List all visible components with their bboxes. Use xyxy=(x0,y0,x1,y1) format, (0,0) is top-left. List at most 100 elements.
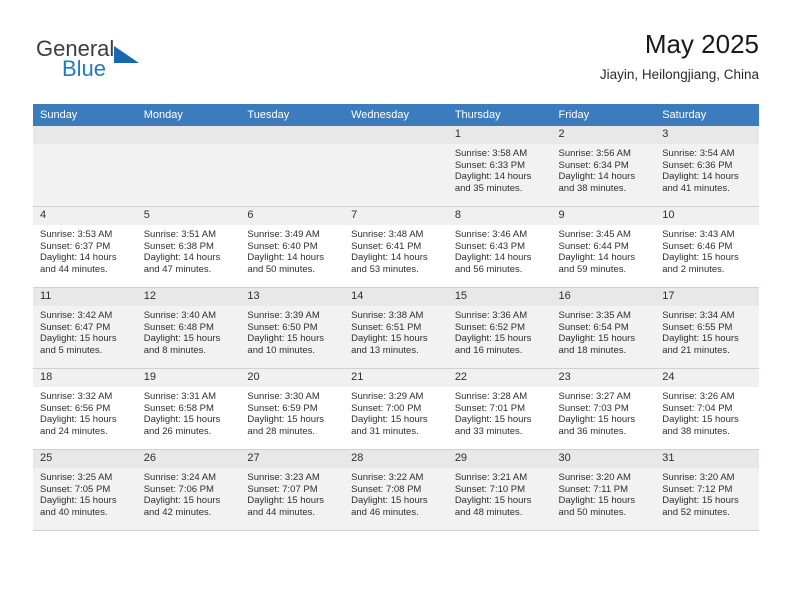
sunrise-text: Sunrise: 3:31 AM xyxy=(143,391,217,402)
calendar-day-cell[interactable]: 5 Sunrise: 3:51 AM Sunset: 6:38 PM Daylight… xyxy=(136,206,241,288)
calendar-day-cell[interactable]: 10 Sunrise: 3:43 AM Sunset: 6:46 PM Dayligh… xyxy=(655,206,759,288)
day-cell-inner: 4 Sunrise: 3:53 AM Sunset: 6:37 PM Daylight… xyxy=(33,207,137,287)
daylight-text: Daylight: 15 hours and 13 minutes. xyxy=(351,333,428,356)
sunset-text: Sunset: 7:04 PM xyxy=(662,402,733,414)
calendar-day-cell[interactable]: 17 Sunrise: 3:34 AM Sunset: 6:55 PM Dayligh… xyxy=(655,287,759,369)
day-number: 5 xyxy=(136,207,241,225)
day-details: Sunrise: 3:42 AM Sunset: 6:47 PM Daylight:… xyxy=(33,306,137,356)
sunset-text: Sunset: 7:03 PM xyxy=(558,402,629,414)
daylight-text: Daylight: 15 hours and 40 minutes. xyxy=(40,495,117,518)
sunrise-text: Sunrise: 3:54 AM xyxy=(662,148,735,159)
daylight-text: Daylight: 15 hours and 33 minutes. xyxy=(454,414,532,437)
day-details: Sunrise: 3:53 AM Sunset: 6:37 PM Daylight:… xyxy=(33,225,137,275)
page-title: May 2025 xyxy=(644,29,759,59)
day-cell-inner: 13 Sunrise: 3:39 AM Sunset: 6:50 PM Dayligh… xyxy=(240,288,345,368)
calendar-day-cell[interactable]: 21 Sunrise: 3:29 AM Sunset: 7:00 PM Dayligh… xyxy=(344,368,448,450)
calendar-day-cell[interactable]: 28 Sunrise: 3:22 AM Sunset: 7:08 PM Dayligh… xyxy=(344,449,448,531)
page-header: General Blue May 2025 Jiayin, Heilongjia… xyxy=(33,28,759,100)
calendar-day-cell[interactable]: 25 Sunrise: 3:25 AM Sunset: 7:05 PM Dayligh… xyxy=(33,449,137,531)
day-cell-inner: 18 Sunrise: 3:32 AM Sunset: 6:56 PM Dayligh… xyxy=(33,369,137,449)
daylight-text: Daylight: 14 hours and 53 minutes. xyxy=(351,252,428,275)
day-number: 15 xyxy=(447,288,552,306)
calendar-day-cell[interactable]: 27 Sunrise: 3:23 AM Sunset: 7:07 PM Dayligh… xyxy=(240,449,345,531)
calendar-day-cell[interactable]: 26 Sunrise: 3:24 AM Sunset: 7:06 PM Dayligh… xyxy=(136,449,241,531)
daylight-text: Daylight: 15 hours and 18 minutes. xyxy=(558,333,636,356)
sunset-text: Sunset: 6:44 PM xyxy=(558,240,629,252)
sunrise-text: Sunrise: 3:51 AM xyxy=(143,229,217,240)
calendar-day-cell[interactable]: 13 Sunrise: 3:39 AM Sunset: 6:50 PM Dayligh… xyxy=(240,287,345,369)
day-details: Sunrise: 3:38 AM Sunset: 6:51 PM Daylight:… xyxy=(344,306,448,356)
sunset-text: Sunset: 6:34 PM xyxy=(558,159,629,171)
day-number: 4 xyxy=(33,207,137,225)
calendar-day-cell[interactable]: 22 Sunrise: 3:28 AM Sunset: 7:01 PM Dayligh… xyxy=(447,368,552,450)
sunrise-text: Sunrise: 3:46 AM xyxy=(454,229,528,240)
brand-logo[interactable]: General Blue xyxy=(33,36,233,92)
calendar-day-cell[interactable]: 14 Sunrise: 3:38 AM Sunset: 6:51 PM Dayligh… xyxy=(344,287,448,369)
sunrise-text: Sunrise: 3:35 AM xyxy=(558,310,631,321)
daylight-text: Daylight: 14 hours and 35 minutes. xyxy=(454,171,532,194)
calendar-week-row: 4 Sunrise: 3:53 AM Sunset: 6:37 PM Daylight… xyxy=(33,206,759,288)
day-details: Sunrise: 3:40 AM Sunset: 6:48 PM Daylight:… xyxy=(137,306,241,356)
day-details: Sunrise: 3:39 AM Sunset: 6:50 PM Daylight:… xyxy=(240,306,344,356)
day-number: 10 xyxy=(655,207,759,225)
day-number: 26 xyxy=(136,450,241,468)
calendar-day-cell[interactable]: 24 Sunrise: 3:26 AM Sunset: 7:04 PM Dayligh… xyxy=(655,368,759,450)
day-number: 31 xyxy=(655,450,759,468)
daylight-text: Daylight: 15 hours and 31 minutes. xyxy=(351,414,428,437)
calendar-day-cell[interactable]: 31 Sunrise: 3:20 AM Sunset: 7:12 PM Dayligh… xyxy=(655,449,759,531)
day-cell-inner: 29 Sunrise: 3:21 AM Sunset: 7:10 PM Dayligh… xyxy=(447,450,552,530)
day-number: 23 xyxy=(551,369,656,387)
sunrise-text: Sunrise: 3:53 AM xyxy=(40,229,113,240)
calendar-day-cell[interactable]: 18 Sunrise: 3:32 AM Sunset: 6:56 PM Dayligh… xyxy=(33,368,137,450)
weekday-header-sunday: Sunday xyxy=(33,104,137,126)
sunset-text: Sunset: 7:10 PM xyxy=(454,483,526,495)
daylight-text: Daylight: 15 hours and 44 minutes. xyxy=(247,495,324,518)
calendar-day-cell[interactable]: 20 Sunrise: 3:30 AM Sunset: 6:59 PM Dayligh… xyxy=(240,368,345,450)
day-number: 2 xyxy=(551,126,656,144)
calendar-day-cell[interactable]: 6 Sunrise: 3:49 AM Sunset: 6:40 PM Daylight… xyxy=(240,206,345,288)
calendar-day-cell[interactable]: 12 Sunrise: 3:40 AM Sunset: 6:48 PM Dayligh… xyxy=(136,287,241,369)
sunrise-text: Sunrise: 3:32 AM xyxy=(40,391,113,402)
day-cell-inner xyxy=(344,126,448,206)
day-number: 28 xyxy=(344,450,448,468)
day-cell-inner: 19 Sunrise: 3:31 AM Sunset: 6:58 PM Dayligh… xyxy=(136,369,241,449)
weekday-header-thursday: Thursday xyxy=(447,104,552,126)
day-cell-inner xyxy=(240,126,345,206)
calendar-day-cell[interactable]: 3 Sunrise: 3:54 AM Sunset: 6:36 PM Daylight… xyxy=(655,126,759,207)
calendar-day-cell[interactable]: 1 Sunrise: 3:58 AM Sunset: 6:33 PM Daylight… xyxy=(447,126,552,207)
calendar-day-cell[interactable]: 23 Sunrise: 3:27 AM Sunset: 7:03 PM Dayligh… xyxy=(551,368,656,450)
day-cell-inner: 21 Sunrise: 3:29 AM Sunset: 7:00 PM Dayligh… xyxy=(344,369,448,449)
sunrise-text: Sunrise: 3:34 AM xyxy=(662,310,735,321)
daylight-text: Daylight: 14 hours and 56 minutes. xyxy=(454,252,532,275)
day-cell-inner: 16 Sunrise: 3:35 AM Sunset: 6:54 PM Dayligh… xyxy=(551,288,656,368)
calendar-day-cell[interactable]: 16 Sunrise: 3:35 AM Sunset: 6:54 PM Dayligh… xyxy=(551,287,656,369)
sunrise-text: Sunrise: 3:21 AM xyxy=(454,472,528,483)
calendar-day-cell[interactable]: 15 Sunrise: 3:36 AM Sunset: 6:52 PM Dayligh… xyxy=(447,287,552,369)
day-details: Sunrise: 3:48 AM Sunset: 6:41 PM Daylight:… xyxy=(344,225,448,275)
day-number: 7 xyxy=(344,207,448,225)
calendar-day-cell[interactable]: 9 Sunrise: 3:45 AM Sunset: 6:44 PM Daylight… xyxy=(551,206,656,288)
calendar-day-cell[interactable]: 29 Sunrise: 3:21 AM Sunset: 7:10 PM Dayligh… xyxy=(447,449,552,531)
calendar-day-cell[interactable]: 19 Sunrise: 3:31 AM Sunset: 6:58 PM Dayligh… xyxy=(136,368,241,450)
title-block: May 2025 Jiayin, Heilongjiang, China xyxy=(600,28,759,83)
day-details: Sunrise: 3:45 AM Sunset: 6:44 PM Daylight:… xyxy=(552,225,656,275)
calendar-day-cell[interactable]: 2 Sunrise: 3:56 AM Sunset: 6:34 PM Daylight… xyxy=(551,126,656,207)
daylight-text: Daylight: 15 hours and 42 minutes. xyxy=(143,495,221,518)
calendar-day-cell[interactable]: 8 Sunrise: 3:46 AM Sunset: 6:43 PM Daylight… xyxy=(447,206,552,288)
day-cell-inner xyxy=(33,126,137,206)
sunrise-text: Sunrise: 3:20 AM xyxy=(662,472,735,483)
daylight-text: Daylight: 15 hours and 50 minutes. xyxy=(558,495,636,518)
sunrise-text: Sunrise: 3:43 AM xyxy=(662,229,735,240)
calendar-day-cell-empty xyxy=(136,126,241,207)
day-number: 29 xyxy=(447,450,552,468)
day-cell-inner: 24 Sunrise: 3:26 AM Sunset: 7:04 PM Dayligh… xyxy=(655,369,759,449)
day-details: Sunrise: 3:22 AM Sunset: 7:08 PM Daylight:… xyxy=(344,468,448,518)
calendar-day-cell[interactable]: 7 Sunrise: 3:48 AM Sunset: 6:41 PM Daylight… xyxy=(344,206,448,288)
calendar-day-cell[interactable]: 30 Sunrise: 3:20 AM Sunset: 7:11 PM Dayligh… xyxy=(551,449,656,531)
daylight-text: Daylight: 15 hours and 38 minutes. xyxy=(662,414,739,437)
day-cell-inner: 25 Sunrise: 3:25 AM Sunset: 7:05 PM Dayligh… xyxy=(33,450,137,530)
calendar-day-cell[interactable]: 11 Sunrise: 3:42 AM Sunset: 6:47 PM Dayligh… xyxy=(33,287,137,369)
day-number: 6 xyxy=(240,207,345,225)
day-cell-inner: 7 Sunrise: 3:48 AM Sunset: 6:41 PM Daylight… xyxy=(344,207,448,287)
calendar-day-cell[interactable]: 4 Sunrise: 3:53 AM Sunset: 6:37 PM Daylight… xyxy=(33,206,137,288)
